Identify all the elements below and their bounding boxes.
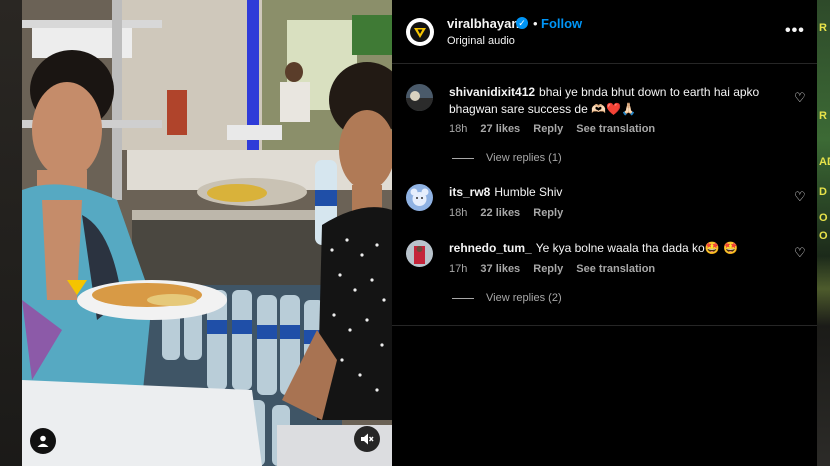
like-heart-icon[interactable]: ♡	[794, 90, 806, 106]
comment-text: shivanidixit412 bhai ye bnda bhut down to…	[449, 84, 779, 118]
see-translation-button[interactable]: See translation	[576, 263, 655, 275]
comment-username[interactable]: rehnedo_tum_	[449, 241, 532, 255]
post-header: viralbhayani ✓ • Follow Original audio •…	[392, 0, 817, 64]
speaker-muted-icon	[361, 433, 374, 445]
reply-button[interactable]: Reply	[533, 207, 563, 219]
mute-button[interactable]	[354, 426, 380, 452]
comment-username[interactable]: its_rw8	[449, 185, 490, 199]
edge-text: AD	[819, 156, 830, 168]
edge-text: R	[819, 22, 827, 34]
comment-time: 17h	[449, 263, 468, 275]
comment-avatar[interactable]	[406, 84, 433, 111]
view-replies-label: View replies (2)	[486, 292, 562, 304]
replies-line	[452, 297, 474, 299]
edge-text: O	[819, 230, 828, 242]
comments-end-divider	[392, 325, 817, 326]
post-video[interactable]	[22, 0, 392, 466]
view-replies-button[interactable]: View replies (2)	[452, 292, 562, 304]
edge-text: D	[819, 186, 827, 198]
comment-meta: 18h 27 likes Reply See translation	[449, 123, 665, 135]
comment-likes[interactable]: 27 likes	[480, 123, 520, 135]
reply-button[interactable]: Reply	[533, 263, 563, 275]
comment-avatar[interactable]	[406, 184, 433, 211]
verified-badge-icon: ✓	[516, 17, 528, 29]
comments-panel: viralbhayani ✓ • Follow Original audio •…	[392, 0, 817, 466]
avatar-image	[406, 184, 433, 211]
comment-text: its_rw8 Humble Shiv	[449, 184, 779, 201]
comment-avatar[interactable]	[406, 240, 433, 267]
reply-button[interactable]: Reply	[533, 123, 563, 135]
comment-meta: 18h 22 likes Reply	[449, 207, 573, 219]
view-replies-label: View replies (1)	[486, 152, 562, 164]
backdrop-left	[0, 0, 22, 466]
video-frame-illustration	[22, 0, 392, 466]
replies-line	[452, 157, 474, 159]
author-avatar[interactable]	[406, 18, 434, 46]
comment-text: rehnedo_tum_ Ye kya bolne waala tha dada …	[449, 240, 779, 257]
follow-button[interactable]: Follow	[541, 16, 582, 31]
edge-text: R	[819, 110, 827, 122]
comment-likes[interactable]: 22 likes	[480, 207, 520, 219]
separator-dot: •	[533, 16, 538, 31]
comment-body: Ye kya bolne waala tha dada ko🤩 🤩	[535, 241, 738, 255]
view-replies-button[interactable]: View replies (1)	[452, 152, 562, 164]
viral-logo-icon	[410, 22, 430, 42]
audio-label[interactable]: Original audio	[447, 35, 515, 47]
avatar-image	[406, 84, 433, 111]
comment-meta: 17h 37 likes Reply See translation	[449, 263, 665, 275]
tagged-users-icon[interactable]	[30, 428, 56, 454]
backdrop-right: R R AD D O O	[817, 0, 830, 466]
avatar-image	[406, 240, 433, 267]
see-translation-button[interactable]: See translation	[576, 123, 655, 135]
comment-likes[interactable]: 37 likes	[480, 263, 520, 275]
comment-time: 18h	[449, 207, 468, 219]
edge-text: O	[819, 212, 828, 224]
comment-time: 18h	[449, 123, 468, 135]
like-heart-icon[interactable]: ♡	[794, 189, 806, 205]
like-heart-icon[interactable]: ♡	[794, 245, 806, 261]
comment-body: Humble Shiv	[494, 185, 563, 199]
comment-username[interactable]: shivanidixit412	[449, 85, 535, 99]
author-username[interactable]: viralbhayani	[447, 16, 523, 31]
more-options-icon[interactable]: •••	[785, 22, 805, 40]
user-icon	[37, 435, 49, 447]
